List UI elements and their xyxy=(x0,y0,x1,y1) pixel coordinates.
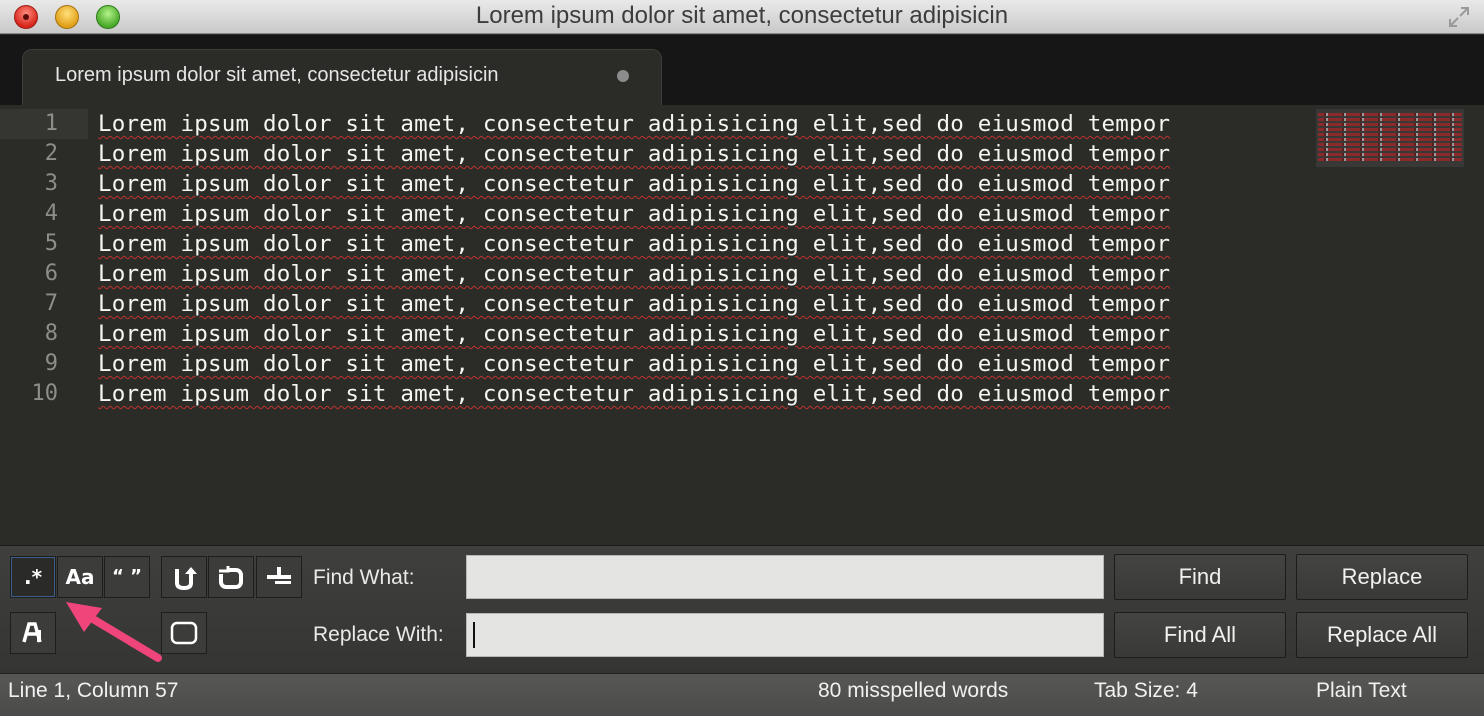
regex-toggle[interactable]: .* xyxy=(10,556,56,598)
find-replace-panel: .* Aa “ ” Find What: Replace With: Find … xyxy=(0,545,1484,673)
file-tab[interactable]: Lorem ipsum dolor sit amet, consectetur … xyxy=(22,49,662,105)
code-line[interactable]: 2 Lorem ipsum dolor sit amet, consectetu… xyxy=(0,139,1300,169)
line-text[interactable]: Lorem ipsum dolor sit amet, consectetur … xyxy=(98,109,1170,139)
editor-area[interactable]: 1 Lorem ipsum dolor sit amet, consectetu… xyxy=(0,105,1484,545)
find-button[interactable]: Find xyxy=(1114,554,1286,600)
highlight-matches-toggle[interactable] xyxy=(10,612,56,654)
line-text[interactable]: Lorem ipsum dolor sit amet, consectetur … xyxy=(98,199,1170,229)
minimap-line xyxy=(1318,143,1462,146)
line-text[interactable]: Lorem ipsum dolor sit amet, consectetur … xyxy=(98,379,1170,409)
file-tab-label: Lorem ipsum dolor sit amet, consectetur … xyxy=(55,64,499,86)
wrap-loop-icon xyxy=(218,566,243,589)
fullscreen-icon[interactable] xyxy=(1448,6,1470,28)
code-line[interactable]: 7 Lorem ipsum dolor sit amet, consectetu… xyxy=(0,289,1300,319)
replace-with-label: Replace With: xyxy=(313,623,444,646)
replace-all-button[interactable]: Replace All xyxy=(1296,612,1468,658)
replace-button[interactable]: Replace xyxy=(1296,554,1468,600)
find-what-label: Find What: xyxy=(313,566,415,589)
code-line[interactable]: 10 Lorem ipsum dolor sit amet, consectet… xyxy=(0,379,1300,409)
line-number: 3 xyxy=(44,171,58,196)
unsaved-dot-icon[interactable] xyxy=(617,70,629,82)
code-line[interactable]: 4 Lorem ipsum dolor sit amet, consectetu… xyxy=(0,199,1300,229)
code-line[interactable]: 9 Lorem ipsum dolor sit amet, consectetu… xyxy=(0,349,1300,379)
line-number: 10 xyxy=(31,381,59,406)
whole-word-toggle[interactable]: “ ” xyxy=(104,556,150,598)
line-text[interactable]: Lorem ipsum dolor sit amet, consectetur … xyxy=(98,349,1170,379)
code-line[interactable]: 8 Lorem ipsum dolor sit amet, consectetu… xyxy=(0,319,1300,349)
line-number: 6 xyxy=(44,261,58,286)
minimap[interactable] xyxy=(1316,109,1464,167)
reverse-arrow-icon xyxy=(175,567,197,591)
code-line[interactable]: 1 Lorem ipsum dolor sit amet, consectetu… xyxy=(0,109,1300,139)
minimap-line xyxy=(1318,118,1462,121)
minimap-line xyxy=(1318,148,1462,151)
minimap-line xyxy=(1318,123,1462,126)
code-line[interactable]: 6 Lorem ipsum dolor sit amet, consectetu… xyxy=(0,259,1300,289)
line-text[interactable]: Lorem ipsum dolor sit amet, consectetur … xyxy=(98,229,1170,259)
minimap-line xyxy=(1318,153,1462,156)
line-text[interactable]: Lorem ipsum dolor sit amet, consectetur … xyxy=(98,289,1170,319)
title-bar: Lorem ipsum dolor sit amet, consectetur … xyxy=(0,0,1484,34)
line-text[interactable]: Lorem ipsum dolor sit amet, consectetur … xyxy=(98,259,1170,289)
line-text[interactable]: Lorem ipsum dolor sit amet, consectetur … xyxy=(98,319,1170,349)
spelling-status[interactable]: 80 misspelled words xyxy=(818,679,1008,703)
find-all-button[interactable]: Find All xyxy=(1114,612,1286,658)
line-number: 2 xyxy=(44,141,58,166)
code-line[interactable]: 3 Lorem ipsum dolor sit amet, consectetu… xyxy=(0,169,1300,199)
line-number: 5 xyxy=(44,231,58,256)
text-caret xyxy=(473,622,475,648)
vertical-scrollbar[interactable] xyxy=(1466,105,1480,545)
tab-strip: Lorem ipsum dolor sit amet, consectetur … xyxy=(0,35,1484,105)
cursor-position: Line 1, Column 57 xyxy=(8,679,179,702)
minimap-line xyxy=(1318,138,1462,141)
minimap-line xyxy=(1318,128,1462,131)
case-sensitive-toggle[interactable]: Aa xyxy=(57,556,103,598)
replace-with-input[interactable] xyxy=(466,613,1104,657)
line-text[interactable]: Lorem ipsum dolor sit amet, consectetur … xyxy=(98,139,1170,169)
reverse-direction-toggle[interactable] xyxy=(161,556,207,598)
preserve-case-toggle[interactable] xyxy=(161,612,207,654)
fullscreen-arrows-icon xyxy=(1449,7,1469,27)
window-title: Lorem ipsum dolor sit amet, consectetur … xyxy=(475,2,1009,29)
line-number: 1 xyxy=(44,111,58,136)
code-line[interactable]: 5 Lorem ipsum dolor sit amet, consectetu… xyxy=(0,229,1300,259)
line-number: 9 xyxy=(44,351,58,376)
highlight-marker-icon xyxy=(22,622,42,643)
minimap-line xyxy=(1318,158,1462,161)
syntax-selector[interactable]: Plain Text xyxy=(1316,679,1407,703)
line-text[interactable]: Lorem ipsum dolor sit amet, consectetur … xyxy=(98,169,1170,199)
line-number: 7 xyxy=(44,291,58,316)
wrap-toggle[interactable] xyxy=(208,556,254,598)
in-selection-toggle[interactable] xyxy=(256,556,302,598)
minimap-line xyxy=(1318,113,1462,116)
find-what-input[interactable] xyxy=(466,555,1104,599)
status-bar: Line 1, Column 57 80 misspelled words Ta… xyxy=(0,673,1484,716)
in-selection-icon xyxy=(267,567,291,584)
line-number: 8 xyxy=(44,321,58,346)
tab-size-selector[interactable]: Tab Size: 4 xyxy=(1094,679,1198,703)
minimap-line xyxy=(1318,133,1462,136)
rounded-box-icon xyxy=(170,621,198,645)
line-number: 4 xyxy=(44,201,58,226)
